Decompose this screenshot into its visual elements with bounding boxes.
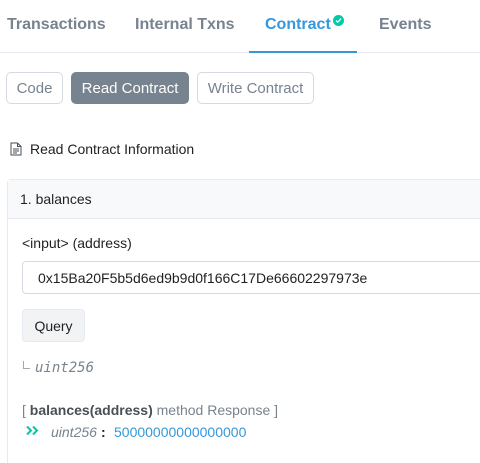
result-type: uint256 (51, 424, 97, 440)
result-value: 50000000000000000 (114, 424, 247, 440)
input-label: <input> (address) (22, 235, 132, 251)
return-corner-icon (23, 361, 30, 369)
address-input[interactable] (22, 261, 480, 294)
write-contract-button[interactable]: Write Contract (197, 72, 314, 104)
query-button[interactable]: Query (22, 309, 85, 342)
response-prefix: [ (22, 402, 30, 418)
method-response-line: [ balances(address) method Response ] (22, 402, 278, 418)
document-icon (10, 142, 22, 156)
contract-tabs: Transactions Internal Txns Contract Even… (0, 0, 480, 53)
read-contract-heading: Read Contract Information (10, 141, 194, 157)
result-colon: : (101, 424, 106, 440)
method-card-header[interactable]: 1. balances (8, 180, 480, 219)
check-circle-icon (333, 15, 344, 26)
response-suffix: method Response ] (152, 402, 279, 418)
read-contract-button[interactable]: Read Contract (71, 72, 189, 104)
active-tab-indicator (249, 51, 357, 53)
response-method-name: balances(address) (29, 402, 153, 418)
tab-contract[interactable]: Contract (265, 16, 331, 34)
double-chevron-right-icon (26, 425, 39, 436)
method-title: 1. balances (20, 191, 92, 207)
tab-events[interactable]: Events (379, 16, 431, 34)
return-type: uint256 (35, 360, 95, 376)
heading-text: Read Contract Information (30, 141, 195, 157)
tab-transactions[interactable]: Transactions (7, 16, 106, 34)
tab-internal-txns[interactable]: Internal Txns (135, 16, 235, 34)
code-button[interactable]: Code (6, 72, 63, 104)
